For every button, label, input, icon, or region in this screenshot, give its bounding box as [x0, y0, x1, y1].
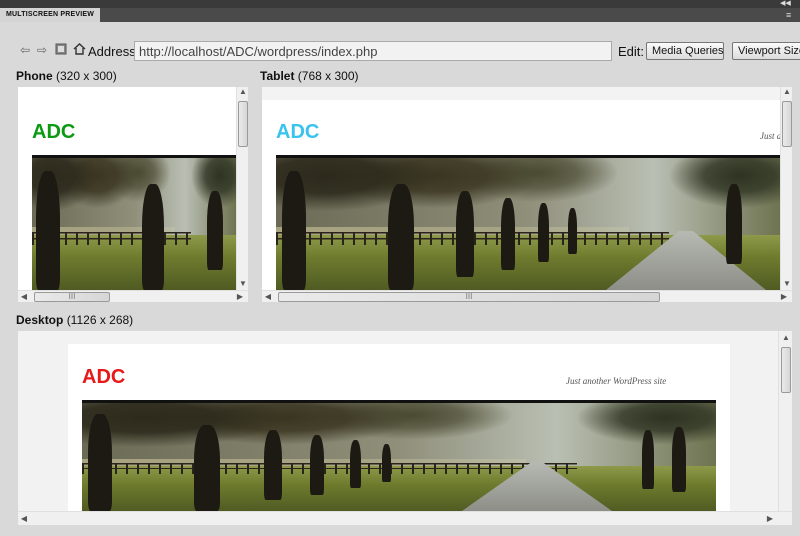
tablet-vscroll-thumb[interactable] [782, 101, 792, 147]
phone-header-image [32, 155, 236, 290]
scroll-left-icon[interactable]: ◀ [262, 292, 274, 302]
tablet-size: (768 x 300) [297, 69, 359, 83]
scroll-right-icon[interactable]: ▶ [234, 292, 246, 302]
desktop-horizontal-scrollbar[interactable]: ◀ ▶ [18, 511, 792, 525]
home-icon[interactable] [72, 42, 86, 56]
address-input[interactable] [134, 41, 612, 61]
desktop-header-image [82, 400, 716, 511]
scroll-down-icon[interactable]: ▼ [781, 279, 793, 289]
desktop-name: Desktop [16, 313, 64, 327]
collapse-icon[interactable]: ◀◀ [780, 0, 791, 8]
phone-vscroll-thumb[interactable] [238, 101, 248, 147]
phone-hscroll-thumb[interactable]: III [34, 292, 110, 302]
desktop-page: ADC Just another WordPress site [68, 344, 730, 511]
scroll-right-icon[interactable]: ▶ [764, 514, 776, 524]
desktop-site-title[interactable]: ADC [82, 366, 125, 389]
edit-label: Edit: [618, 44, 645, 59]
back-arrow-icon[interactable]: ⇦ [18, 43, 32, 57]
scroll-right-icon[interactable]: ▶ [778, 292, 790, 302]
phone-label: Phone (320 x 300) [16, 69, 117, 83]
tablet-tagline: Just a [760, 131, 780, 141]
phone-horizontal-scrollbar[interactable]: ◀ III ▶ [18, 290, 248, 302]
phone-viewport[interactable]: ADC [18, 87, 236, 290]
phone-name: Phone [16, 69, 53, 83]
tablet-viewport[interactable]: ADC Just a [262, 87, 780, 290]
viewport-sizes-button[interactable]: Viewport Sizes... [732, 42, 800, 60]
scroll-left-icon[interactable]: ◀ [18, 514, 30, 524]
phone-size: (320 x 300) [56, 69, 117, 83]
tablet-label: Tablet (768 x 300) [260, 69, 359, 83]
panel-titlebar: ◀◀ ≡ [0, 0, 800, 22]
scroll-up-icon[interactable]: ▲ [781, 87, 793, 97]
tablet-horizontal-scrollbar[interactable]: ◀ III ▶ [262, 290, 792, 302]
phone-site-title[interactable]: ADC [32, 121, 75, 144]
refresh-icon[interactable] [54, 43, 68, 57]
scroll-up-icon[interactable]: ▲ [237, 87, 249, 97]
desktop-vscroll-thumb[interactable] [781, 347, 791, 393]
scroll-up-icon[interactable]: ▲ [780, 333, 792, 343]
panel-menu-icon[interactable]: ≡ [786, 11, 791, 20]
scroll-left-icon[interactable]: ◀ [18, 292, 30, 302]
media-queries-button[interactable]: Media Queries... [646, 42, 724, 60]
desktop-vertical-scrollbar[interactable]: ▲ [778, 331, 792, 511]
tablet-header-image [276, 155, 780, 290]
desktop-label: Desktop (1126 x 268) [16, 313, 133, 327]
tablet-hscroll-thumb[interactable]: III [278, 292, 660, 302]
tablet-site-title[interactable]: ADC [276, 121, 319, 144]
forward-arrow-icon[interactable]: ⇨ [35, 43, 49, 57]
desktop-tagline: Just another WordPress site [566, 376, 667, 386]
desktop-viewport[interactable]: ADC Just another WordPress site [18, 331, 778, 511]
desktop-size: (1126 x 268) [66, 313, 134, 327]
panel-tab[interactable]: MULTISCREEN PREVIEW [0, 8, 101, 22]
phone-vertical-scrollbar[interactable]: ▲ ▼ [236, 87, 248, 290]
address-label: Address: [88, 44, 140, 59]
tablet-vertical-scrollbar[interactable]: ▲ ▼ [780, 87, 792, 290]
tablet-name: Tablet [260, 69, 295, 83]
scroll-down-icon[interactable]: ▼ [237, 279, 249, 289]
